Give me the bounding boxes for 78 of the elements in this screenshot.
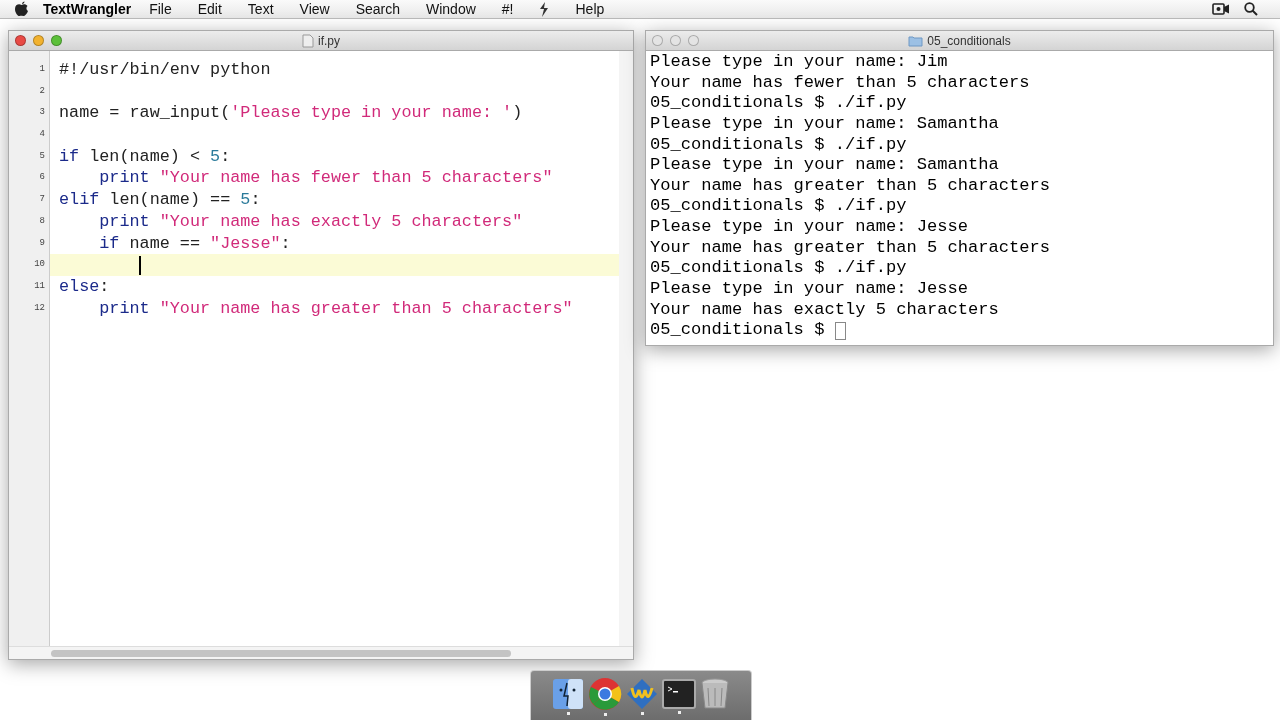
code-token: if (98, 232, 120, 255)
code-token: elif (59, 189, 100, 211)
line-number: 9 (38, 236, 46, 250)
window-title: if.py (318, 33, 340, 48)
minimize-button[interactable] (33, 35, 44, 46)
terminal-output-line: Please type in your name: Samantha (650, 113, 999, 135)
code-token: print (98, 297, 150, 320)
code-token: "Jesse" (210, 232, 281, 255)
line-number: 10 (33, 258, 46, 272)
apple-logo-icon[interactable] (14, 1, 29, 17)
app-name-menu[interactable]: TextWrangler (43, 1, 132, 17)
terminal-output-line: Your name has fewer than 5 characters (650, 72, 1030, 94)
terminal-output-line: 05_conditionals $ ./if.py (650, 134, 907, 156)
code-token: else (59, 275, 100, 298)
code-token: len(name) == (108, 189, 232, 211)
script-menu-icon[interactable] (539, 1, 550, 17)
menu-item[interactable]: Window (426, 1, 476, 17)
terminal-output-line: Your name has exactly 5 characters (650, 299, 999, 321)
code-token: : (220, 145, 231, 168)
close-button[interactable] (15, 35, 26, 46)
terminal-output-line: 05_conditionals $ (650, 320, 826, 341)
zoom-button[interactable] (688, 35, 699, 46)
menu-item[interactable]: Edit (197, 1, 222, 17)
code-token: name = raw_input( (59, 102, 231, 125)
code-token: print (98, 167, 150, 190)
code-token: : (280, 232, 291, 255)
scrollbar-thumb[interactable] (51, 649, 511, 657)
code-token: "Your name has exactly 5 characters" (158, 210, 523, 233)
terminal-output-line: Your name has greater than 5 characters (650, 237, 1051, 259)
terminal-output-line: Your name has greater than 5 characters (650, 175, 1051, 197)
menu-item[interactable]: #! (501, 1, 514, 17)
line-number: 4 (38, 128, 46, 142)
video-camera-icon[interactable] (1212, 3, 1230, 15)
code-token: print (98, 210, 150, 233)
line-number: 2 (38, 84, 46, 98)
menu-item[interactable]: File (149, 1, 172, 17)
line-number: 1 (38, 63, 46, 76)
terminal-cursor (834, 321, 846, 340)
line-number: 8 (38, 214, 46, 228)
terminal-output-line: Please type in your name: Samantha (650, 155, 999, 176)
terminal-output-line: 05_conditionals $ ./if.py (650, 258, 907, 280)
zoom-button[interactable] (51, 35, 62, 46)
terminal-output-line: 05_conditionals $ ./if.py (650, 196, 907, 218)
code-token: "Your name has greater than 5 characters" (158, 297, 573, 320)
code-token: : (99, 275, 110, 298)
folder-icon (908, 34, 924, 47)
code-token: 5 (210, 145, 221, 168)
code-token: len(name) < (88, 145, 201, 168)
line-number: 6 (38, 171, 46, 185)
code-token: #!/usr/bin/env python (59, 59, 271, 81)
terminal-output-line: Please type in your name: Jesse (650, 279, 968, 300)
code-token: 5 (240, 189, 251, 211)
chrome-icon[interactable] (588, 676, 622, 711)
menu-item[interactable]: Search (355, 1, 400, 17)
code-token: if (59, 145, 80, 168)
code-token: "Your name has fewer than 5 characters" (158, 167, 553, 190)
code-token: 'Please type in your name: ' (230, 102, 513, 125)
code-token: ) (512, 102, 523, 125)
menu-item[interactable]: Help (575, 1, 605, 17)
terminal-output-line: 05_conditionals $ ./if.py (650, 93, 907, 114)
window-title: 05_conditionals (927, 33, 1011, 48)
document-icon (302, 33, 314, 48)
terminal-output-line: Please type in your name: Jesse (650, 217, 968, 238)
menu-item[interactable]: View (299, 1, 330, 17)
terminal-icon[interactable] (662, 678, 696, 709)
line-number: 7 (38, 193, 46, 207)
code-token: : (250, 189, 261, 211)
line-number: 3 (38, 106, 46, 120)
line-number: 12 (33, 301, 46, 315)
line-number: 11 (33, 279, 46, 293)
line-number: 5 (38, 149, 46, 163)
text-cursor (139, 255, 141, 275)
minimize-button[interactable] (670, 35, 681, 46)
search-icon[interactable] (1244, 2, 1258, 16)
menu-item[interactable]: Text (247, 1, 274, 17)
code-token: name == (128, 232, 201, 255)
terminal-output-line: Please type in your name: Jim (650, 52, 948, 73)
finder-face-icon[interactable] (552, 677, 584, 710)
